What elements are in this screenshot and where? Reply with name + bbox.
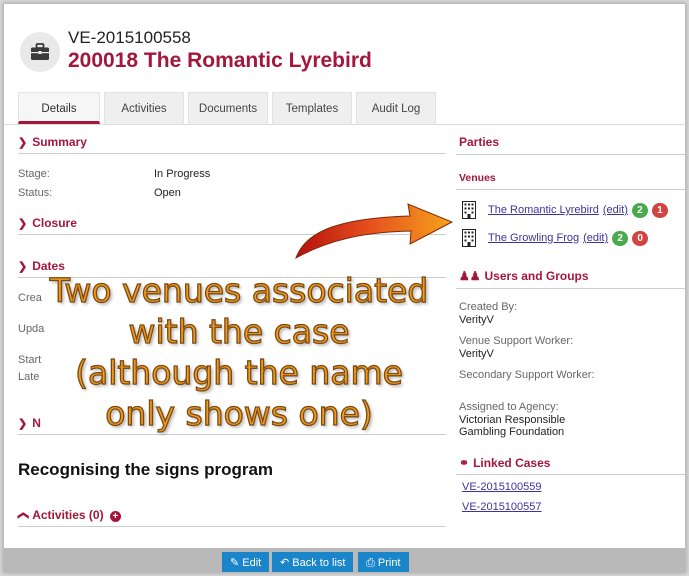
activities-count: Activities (0) [32, 508, 104, 522]
users-divider [456, 288, 685, 289]
edit-button[interactable]: ✎ Edit [222, 552, 270, 572]
users-groups-header: ♟♟ Users and Groups [459, 269, 589, 283]
status-label: Status: [18, 187, 53, 199]
edit-button-label: Edit [242, 557, 262, 569]
activities-divider [18, 526, 446, 527]
assigned-agency-label: Assigned to Agency: [459, 401, 559, 413]
chevron-right-icon: ❯ [17, 510, 30, 521]
latest-date-label: Late [18, 371, 40, 383]
venue-row: The Romantic Lyrebird (edit) 2 1 [462, 200, 668, 220]
print-button[interactable]: ⎙ Print [358, 552, 409, 572]
linked-case-link[interactable]: VE-2015100559 [462, 481, 542, 493]
venue-edit-link[interactable]: (edit) [583, 232, 608, 244]
venue-link[interactable]: The Growling Frog [488, 232, 579, 244]
case-title: 200018 The Romantic Lyrebird [68, 49, 372, 72]
linked-cases-header: ⚭ Linked Cases [459, 456, 550, 470]
dates-toggle[interactable]: ❯ Dates [18, 259, 65, 273]
annotation-arrow-icon [295, 203, 454, 260]
add-circle-icon[interactable]: + [109, 511, 121, 522]
notes-title: N [32, 416, 41, 430]
tab-templates[interactable]: Templates [272, 92, 352, 124]
annotation-line: (although the name [74, 352, 403, 392]
venue-red-badge: 1 [651, 202, 668, 218]
print-button-label: Print [377, 557, 401, 569]
tab-bar: Details Activities Documents Templates A… [18, 92, 440, 124]
chevron-down-icon: ❯ [18, 137, 28, 149]
link-icon: ⚭ [459, 456, 470, 470]
secondary-support-label: Secondary Support Worker: [459, 369, 595, 381]
building-icon [462, 229, 476, 247]
annotation-line: only shows one) [105, 393, 374, 433]
summary-divider [18, 153, 446, 154]
stage-label: Stage: [18, 168, 50, 180]
chevron-down-icon: ❯ [18, 418, 28, 430]
annotation-callout: Two venues associated with the case (alt… [34, 270, 444, 434]
notes-toggle[interactable]: ❯ N [18, 416, 41, 430]
tab-details[interactable]: Details [18, 92, 100, 124]
created-by-value: VerityV [459, 314, 494, 326]
venue-edit-link[interactable]: (edit) [603, 204, 628, 216]
chevron-down-icon: ❯ [18, 261, 28, 273]
back-button-label: Back to list [292, 557, 346, 569]
edit-icon: ✎ [230, 557, 240, 569]
users-groups-title: Users and Groups [484, 269, 589, 283]
venue-red-badge: 0 [632, 230, 649, 246]
created-by-label: Created By: [459, 301, 518, 313]
venue-green-badge: 2 [612, 230, 629, 246]
venues-title: Venues [459, 172, 496, 184]
chevron-down-icon: ❯ [18, 218, 28, 230]
venue-support-value: VerityV [459, 348, 494, 360]
status-value: Open [154, 187, 181, 199]
program-heading: Recognising the signs program [18, 460, 274, 479]
closure-divider [18, 234, 446, 235]
parties-title: Parties [459, 135, 500, 149]
updated-date-label: Upda [18, 323, 45, 335]
back-to-list-button[interactable]: ↶ Back to list [272, 552, 354, 572]
case-window: VE-2015100558 200018 The Romantic Lyrebi… [3, 3, 686, 573]
case-header: VE-2015100558 200018 The Romantic Lyrebi… [4, 4, 685, 124]
summary-toggle[interactable]: ❯ Summary [18, 135, 87, 149]
print-icon: ⎙ [366, 557, 375, 569]
tab-audit-log[interactable]: Audit Log [356, 92, 436, 124]
users-icon: ♟♟ [459, 269, 481, 283]
back-arrow-icon: ↶ [280, 557, 290, 569]
venue-link[interactable]: The Romantic Lyrebird [488, 204, 599, 216]
building-icon [462, 201, 476, 219]
dates-divider [18, 277, 446, 278]
tab-documents[interactable]: Documents [188, 92, 268, 124]
created-date-label: Crea [18, 292, 42, 304]
tab-divider [4, 124, 685, 125]
dates-title: Dates [32, 259, 65, 273]
assigned-agency-value-cont: Gambling Foundation [459, 426, 565, 438]
venue-support-label: Venue Support Worker: [459, 335, 574, 347]
annotation-line: with the case [128, 311, 350, 351]
venues-divider [456, 189, 685, 190]
tab-activities[interactable]: Activities [104, 92, 184, 124]
activities-toggle[interactable]: ❯ Activities (0) + [17, 508, 121, 522]
summary-title: Summary [32, 135, 87, 149]
parties-divider [456, 154, 685, 155]
venue-row: The Growling Frog (edit) 2 0 [462, 228, 649, 248]
linked-cases-title: Linked Cases [473, 456, 551, 470]
closure-toggle[interactable]: ❯ Closure [18, 216, 77, 230]
notes-divider [18, 434, 446, 435]
briefcase-icon [20, 32, 60, 72]
linked-divider [456, 474, 685, 475]
case-id: VE-2015100558 [68, 28, 191, 47]
venue-green-badge: 2 [631, 202, 648, 218]
stage-value: In Progress [154, 168, 211, 180]
linked-case-link[interactable]: VE-2015100557 [462, 501, 542, 513]
started-date-label: Start [18, 354, 42, 366]
assigned-agency-value: Victorian Responsible [459, 414, 566, 426]
closure-title: Closure [32, 216, 77, 230]
